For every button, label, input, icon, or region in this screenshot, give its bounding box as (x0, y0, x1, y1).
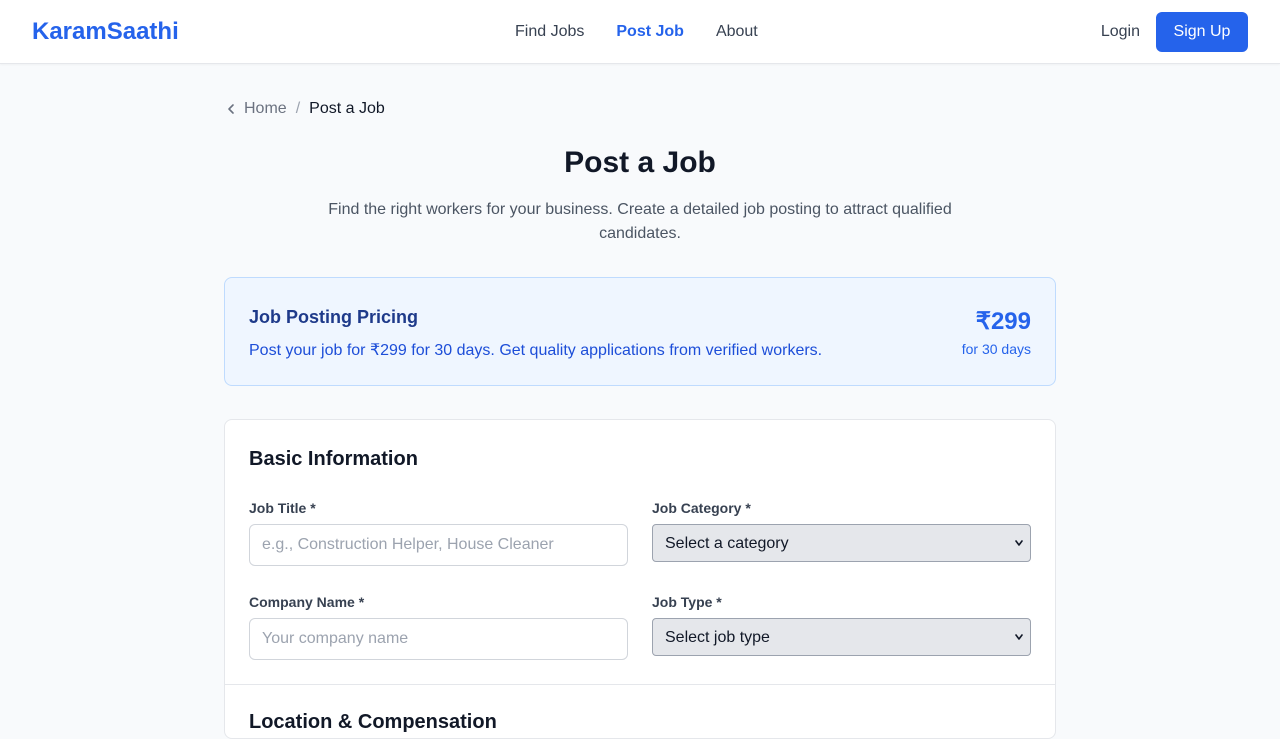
pricing-duration: for 30 days (961, 341, 1031, 357)
chevron-left-icon[interactable] (224, 102, 238, 116)
chevron-down-icon (1015, 540, 1023, 546)
top-navbar: KaramSaathi Find Jobs Post Job About Log… (0, 0, 1280, 64)
job-form-card: Basic Information Job Title * Job Catego… (224, 419, 1056, 739)
section-divider (225, 684, 1055, 685)
nav-find-jobs[interactable]: Find Jobs (515, 22, 584, 42)
job-title-input[interactable] (249, 524, 628, 566)
pricing-title: Job Posting Pricing (249, 307, 419, 327)
breadcrumb-separator: / (295, 100, 301, 117)
pricing-description: Post your job for ₹299 for 30 days. Get … (249, 342, 823, 359)
main-nav: Find Jobs Post Job About (515, 22, 758, 42)
breadcrumb-current: Post a Job (309, 100, 385, 117)
job-category-selected: Select a category (665, 535, 789, 552)
job-type-select[interactable]: Select job type (652, 618, 1031, 656)
section-title-basic-info: Basic Information (249, 448, 418, 470)
job-title-label: Job Title * (249, 500, 316, 516)
job-type-selected: Select job type (665, 629, 770, 646)
section-title-location-compensation: Location & Compensation (249, 711, 497, 733)
job-category-label: Job Category * (652, 500, 751, 516)
chevron-down-icon (1015, 634, 1023, 640)
company-name-label: Company Name * (249, 594, 365, 610)
nav-about[interactable]: About (716, 22, 758, 42)
breadcrumb: Home / Post a Job (224, 99, 385, 119)
page-title: Post a Job (564, 146, 716, 179)
site-logo[interactable]: KaramSaathi (32, 18, 179, 46)
page-subtitle: Find the right workers for your business… (328, 201, 952, 242)
company-name-input[interactable] (249, 618, 628, 660)
breadcrumb-home-link[interactable]: Home (244, 99, 287, 119)
sign-up-button[interactable]: Sign Up (1156, 12, 1248, 52)
pricing-banner: Job Posting Pricing Post your job for ₹2… (224, 277, 1056, 386)
nav-post-job[interactable]: Post Job (616, 22, 684, 42)
login-link[interactable]: Login (1101, 22, 1140, 42)
job-type-label: Job Type * (652, 594, 722, 610)
pricing-price: ₹299 (975, 308, 1031, 335)
job-category-select[interactable]: Select a category (652, 524, 1031, 562)
